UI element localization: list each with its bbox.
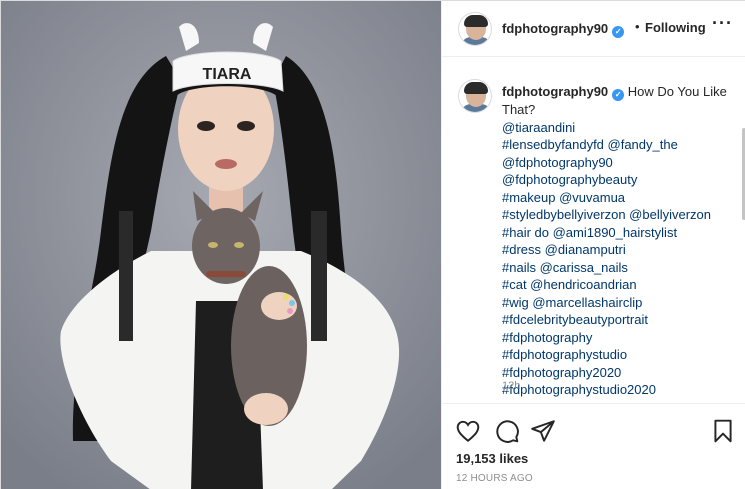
bookmark-icon[interactable] (710, 418, 736, 444)
caption-time[interactable]: 12h (502, 380, 520, 392)
heart-icon[interactable] (455, 418, 481, 444)
likes-count[interactable]: 19,153 likes (456, 451, 528, 466)
following-button[interactable]: Following (645, 20, 706, 35)
caption-tag[interactable]: #cat @hendricoandrian (502, 276, 732, 294)
post-actions: 19,153 likes 12 HOURS AGO (442, 403, 745, 489)
caption-tag[interactable]: #makeup @vuvamua (502, 189, 732, 207)
share-icon[interactable] (530, 418, 556, 444)
caption-tag[interactable]: @fdphotographybeauty (502, 171, 732, 189)
post-header: fdphotography90 ✓ • Following ··· (442, 1, 745, 57)
verified-badge-icon: ✓ (612, 89, 625, 101)
caption-tag[interactable]: #fdcelebritybeautyportrait (502, 311, 732, 329)
caption-tag[interactable]: #fdphotographystudio2020 (502, 381, 732, 399)
post-photo[interactable]: TIARA (1, 1, 441, 489)
verified-badge-icon: ✓ (612, 26, 625, 38)
caption-username[interactable]: fdphotography90 (502, 84, 608, 99)
caption-tag[interactable]: #dress @dianamputri (502, 241, 732, 259)
caption-tag[interactable]: #fdphotographystudio (502, 346, 732, 364)
caption-tag[interactable]: #fdphotography2020 (502, 364, 732, 382)
post-timestamp[interactable]: 12 HOURS AGO (456, 473, 533, 484)
header-username-link[interactable]: fdphotography90 ✓ (502, 20, 625, 38)
portrait-illustration: TIARA (1, 1, 441, 489)
caption-tag[interactable]: #lensedbyfandyfd @fandy_the (502, 136, 732, 154)
post-caption: fdphotography90 ✓ How Do You Like That? @… (502, 83, 732, 399)
caption-tag[interactable]: @tiaraandini (502, 119, 732, 137)
caption-tag[interactable]: @fdphotography90 (502, 154, 732, 172)
comments-section[interactable]: fdphotography90 ✓ How Do You Like That? @… (442, 58, 745, 403)
caption-tag[interactable]: #styledbybellyiverzon @bellyiverzon (502, 206, 732, 224)
more-options-icon[interactable]: ··· (712, 13, 733, 34)
post-sidebar: fdphotography90 ✓ • Following ··· fdphoto… (441, 1, 745, 489)
caption-tag[interactable]: #wig @marcellashairclip (502, 294, 732, 312)
header-separator: • (635, 19, 640, 34)
caption-tag[interactable]: #nails @carissa_nails (502, 259, 732, 277)
avatar[interactable] (458, 12, 492, 46)
caption-avatar[interactable] (458, 79, 492, 113)
comment-icon[interactable] (494, 418, 520, 444)
headband-text: TIARA (203, 66, 252, 83)
instagram-post-modal: TIARA fdphotography90 ✓ • Following ··· … (0, 0, 745, 489)
caption-tag[interactable]: #fdphotography (502, 329, 732, 347)
caption-tag[interactable]: #hair do @ami1890_hairstylist (502, 224, 732, 242)
username[interactable]: fdphotography90 (502, 21, 608, 36)
